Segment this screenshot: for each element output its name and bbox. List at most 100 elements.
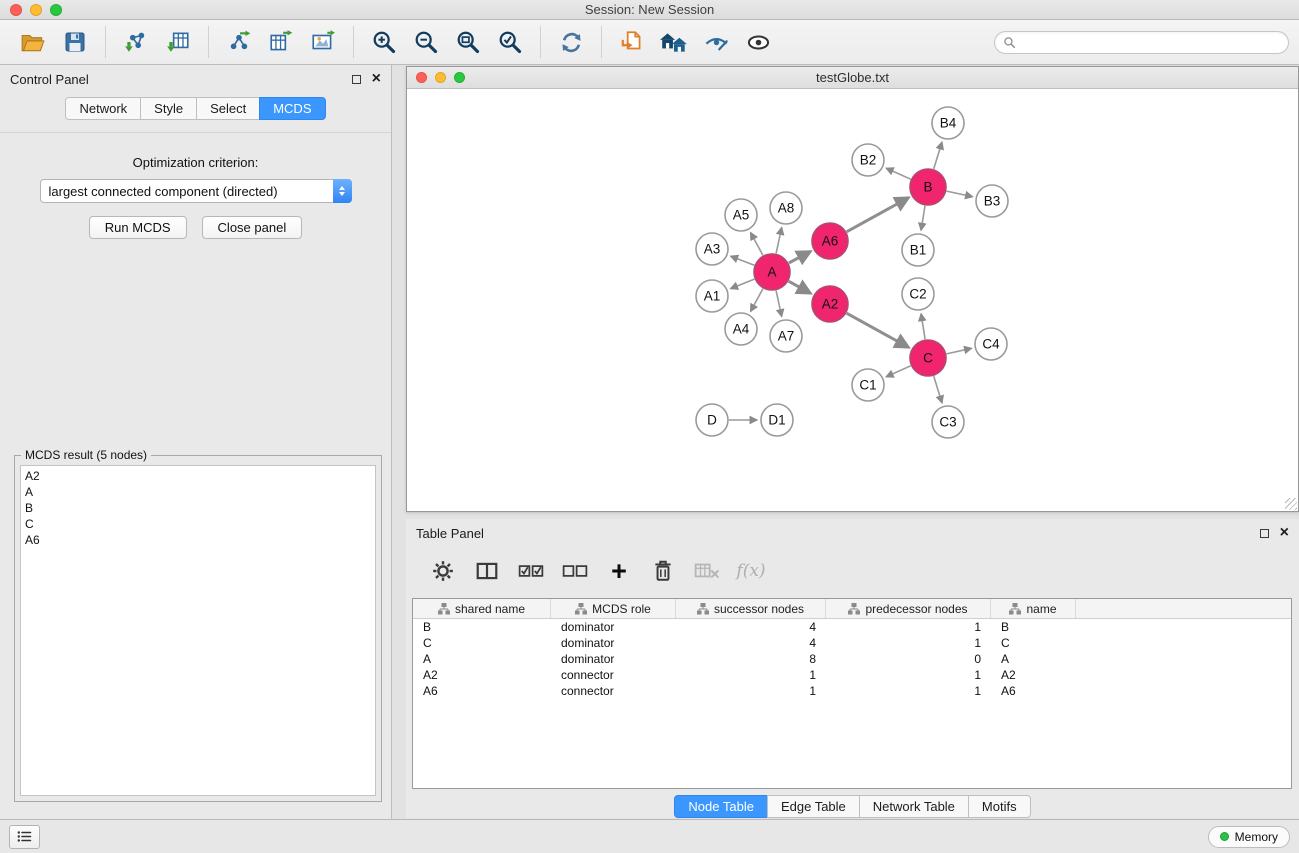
run-mcds-button[interactable]: Run MCDS: [89, 216, 187, 239]
graph-node-A6[interactable]: A6: [812, 223, 848, 259]
tab-network-table[interactable]: Network Table: [859, 795, 969, 818]
graph-edge-A6-B[interactable]: [847, 198, 909, 232]
close-panel-button[interactable]: Close panel: [202, 216, 303, 239]
graph-edge-A-A4[interactable]: [751, 289, 763, 312]
column-header-successor-nodes[interactable]: successor nodes: [676, 599, 826, 618]
result-item[interactable]: A6: [25, 532, 371, 548]
mcds-result-list[interactable]: A2ABCA6: [20, 465, 376, 796]
graph-edge-C-C2[interactable]: [921, 314, 925, 339]
tab-select[interactable]: Select: [196, 97, 260, 120]
graph-edge-B-B3[interactable]: [947, 191, 973, 197]
column-header-predecessor-nodes[interactable]: predecessor nodes: [826, 599, 991, 618]
graph-edge-C-C4[interactable]: [947, 348, 972, 354]
export-image-button[interactable]: [305, 24, 341, 60]
select-all-button[interactable]: [516, 556, 546, 586]
style-preview-button[interactable]: [698, 24, 734, 60]
graph-edge-B-B1[interactable]: [921, 206, 925, 230]
close-panel-icon[interactable]: ×: [372, 74, 381, 84]
graph-edge-A-A8[interactable]: [776, 228, 782, 254]
task-history-button[interactable]: [9, 825, 40, 849]
tab-network[interactable]: Network: [65, 97, 141, 120]
result-item[interactable]: C: [25, 516, 371, 532]
graph-node-A4[interactable]: A4: [725, 313, 757, 345]
save-session-button[interactable]: [57, 24, 93, 60]
graph-node-A8[interactable]: A8: [770, 192, 802, 224]
float-table-panel-icon[interactable]: [1260, 529, 1269, 538]
graph-node-A3[interactable]: A3: [696, 233, 728, 265]
delete-column-button[interactable]: [648, 556, 678, 586]
table-options-button[interactable]: [428, 556, 458, 586]
table-row[interactable]: Adominator80A: [413, 651, 1291, 667]
deselect-all-button[interactable]: [560, 556, 590, 586]
result-item[interactable]: A2: [25, 468, 371, 484]
show-columns-button[interactable]: [472, 556, 502, 586]
graph-node-A7[interactable]: A7: [770, 320, 802, 352]
graph-edge-A-A5[interactable]: [751, 233, 763, 256]
tab-edge-table[interactable]: Edge Table: [767, 795, 860, 818]
home-button[interactable]: [656, 24, 692, 60]
network-view[interactable]: AA1A2A3A4A5A6A7A8BB1B2B3B4CC1C2C3C4DD1: [407, 89, 1298, 511]
graph-edge-A-A1[interactable]: [731, 279, 755, 289]
column-header-MCDS-role[interactable]: MCDS role: [551, 599, 676, 618]
graph-node-C2[interactable]: C2: [902, 278, 934, 310]
graph-edge-B-B2[interactable]: [886, 168, 911, 179]
graph-edge-A-A3[interactable]: [731, 256, 755, 265]
column-header-shared-name[interactable]: shared name: [413, 599, 551, 618]
graph-node-D[interactable]: D: [696, 404, 728, 436]
tab-mcds[interactable]: MCDS: [259, 97, 325, 120]
add-column-button[interactable]: +: [604, 556, 634, 586]
graph-node-A[interactable]: A: [754, 254, 790, 290]
graph-node-A5[interactable]: A5: [725, 199, 757, 231]
close-table-panel-icon[interactable]: ×: [1280, 528, 1289, 538]
show-graphics-button[interactable]: [740, 24, 776, 60]
result-item[interactable]: B: [25, 500, 371, 516]
graph-edge-C-C1[interactable]: [886, 366, 911, 377]
zoom-out-button[interactable]: [408, 24, 444, 60]
graph-edge-C-C3[interactable]: [934, 376, 942, 403]
graph-edge-A-A6[interactable]: [789, 251, 811, 263]
export-table-button[interactable]: [263, 24, 299, 60]
graph-node-B4[interactable]: B4: [932, 107, 964, 139]
refresh-button[interactable]: [553, 24, 589, 60]
table-row[interactable]: A2connector11A2: [413, 667, 1291, 683]
table-row[interactable]: Cdominator41C: [413, 635, 1291, 651]
graph-node-B[interactable]: B: [910, 169, 946, 205]
float-panel-icon[interactable]: [352, 75, 361, 84]
zoom-selected-button[interactable]: [492, 24, 528, 60]
graph-node-C[interactable]: C: [910, 340, 946, 376]
resize-grip-icon[interactable]: [1285, 498, 1297, 510]
delete-table-button[interactable]: [692, 556, 722, 586]
graph-node-D1[interactable]: D1: [761, 404, 793, 436]
result-item[interactable]: A: [25, 484, 371, 500]
graph-edge-B-B4[interactable]: [934, 142, 942, 169]
column-header-name[interactable]: name: [991, 599, 1076, 618]
graph-edge-A-A7[interactable]: [776, 291, 782, 317]
zoom-fit-button[interactable]: [450, 24, 486, 60]
import-network-button[interactable]: [118, 24, 154, 60]
search-box[interactable]: [994, 31, 1289, 54]
graph-node-B2[interactable]: B2: [852, 144, 884, 176]
tab-style[interactable]: Style: [140, 97, 197, 120]
memory-button[interactable]: Memory: [1208, 826, 1290, 848]
criterion-dropdown[interactable]: largest connected component (directed): [40, 179, 352, 203]
function-builder-button[interactable]: f(x): [736, 556, 766, 586]
import-table-button[interactable]: [160, 24, 196, 60]
graph-node-C4[interactable]: C4: [975, 328, 1007, 360]
graph-node-A2[interactable]: A2: [812, 286, 848, 322]
graph-node-A1[interactable]: A1: [696, 280, 728, 312]
tab-node-table[interactable]: Node Table: [674, 795, 768, 818]
zoom-in-button[interactable]: [366, 24, 402, 60]
graph-edge-A-A2[interactable]: [789, 281, 811, 293]
graph-node-C1[interactable]: C1: [852, 369, 884, 401]
tab-motifs[interactable]: Motifs: [968, 795, 1031, 818]
network-graph[interactable]: AA1A2A3A4A5A6A7A8BB1B2B3B4CC1C2C3C4DD1: [407, 89, 1298, 511]
export-network-button[interactable]: [221, 24, 257, 60]
table-row[interactable]: Bdominator41B: [413, 619, 1291, 635]
graph-edge-A2-C[interactable]: [847, 313, 909, 347]
open-session-button[interactable]: [15, 24, 51, 60]
graph-node-B3[interactable]: B3: [976, 185, 1008, 217]
table-row[interactable]: A6connector11A6: [413, 683, 1291, 699]
graph-node-C3[interactable]: C3: [932, 406, 964, 438]
search-input[interactable]: [1021, 35, 1280, 50]
import-file-button[interactable]: [614, 24, 650, 60]
